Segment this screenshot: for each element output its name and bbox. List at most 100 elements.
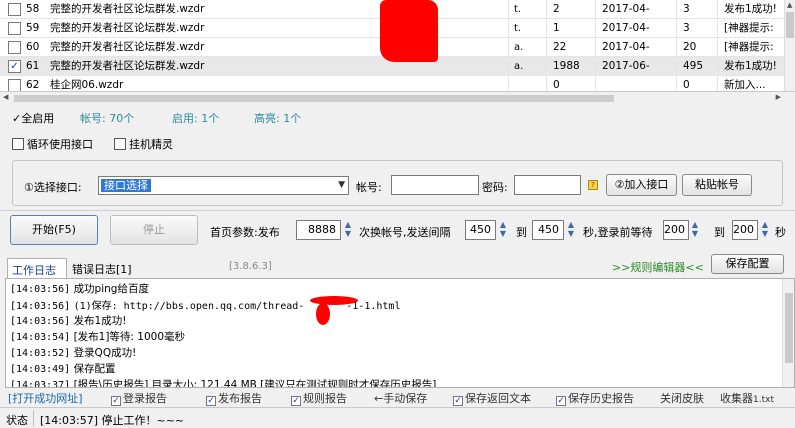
account-count2: 3 (683, 3, 690, 15)
log-scrollbar[interactable] (782, 279, 794, 387)
account-id: 58 (26, 3, 40, 15)
post-count-input[interactable]: 8888 (296, 220, 341, 240)
interval-from-input[interactable]: 450 (465, 220, 496, 240)
tab-work-log[interactable]: 工作日志 (7, 258, 67, 278)
paste-account-button[interactable]: 粘贴帐号 (682, 174, 752, 196)
enable-all-link[interactable]: ✓全启用 (12, 110, 54, 126)
bottom-toolbar: [打开成功网址] ✓ 登录报告 ✓ 发布报告 ✓ 规则报告 ←手动保存 ✓ 保存返回文本… (0, 388, 795, 406)
account-list[interactable]: 58 完整的开发者社区论坛群发.wzdr t. 2 2017-04- 3 发布1… (0, 0, 795, 92)
check-icon[interactable]: ✓ (111, 396, 121, 406)
log-time: [14:03:54] (10, 332, 71, 343)
save-history-label: 保存历史报告 (568, 392, 634, 405)
log-text: [发布1]等待: 1000毫秒 (73, 331, 186, 343)
scrollbar-thumb[interactable] (786, 12, 794, 38)
account-checkbox[interactable] (8, 79, 21, 91)
collector-label: 收集器 (720, 392, 753, 405)
account-id: 62 (26, 79, 40, 91)
account-status: 发布1成功! (724, 3, 777, 15)
interface-select-value: 接口选择 (101, 179, 151, 192)
scroll-right-icon[interactable]: ▶ (776, 93, 781, 101)
save-history-checkbox[interactable]: ✓ 保存历史报告 (556, 390, 634, 406)
account-checkbox[interactable] (8, 41, 21, 54)
chevron-down-icon[interactable]: ▼ (338, 180, 345, 190)
add-interface-button[interactable]: ②加入接口 (606, 174, 677, 196)
stop-button[interactable]: 停止 (110, 215, 198, 245)
save-config-button[interactable]: 保存配置 (711, 254, 784, 274)
rule-editor-link[interactable]: >>规则编辑器<< (612, 259, 704, 275)
rule-report-checkbox[interactable]: ✓ 规则报告 (291, 390, 347, 406)
interface-select[interactable]: 接口选择 ▼ (98, 176, 349, 195)
log-text: (1)保存: http://bbs.open.qq.com/thread- (73, 301, 305, 312)
log-time: [14:03:56] (10, 301, 71, 312)
account-checkbox[interactable] (8, 3, 21, 16)
account-field-label: 帐号: (356, 181, 382, 194)
wait-to-input[interactable]: 200 (732, 220, 758, 240)
close-skin-link[interactable]: 关闭皮肤 (660, 390, 704, 406)
account-count: 2 (553, 3, 560, 15)
check-icon[interactable]: ✓ (291, 396, 301, 406)
status-label: 状态 (6, 414, 28, 427)
account-id: 61 (26, 60, 40, 72)
redaction-mark (316, 303, 330, 325)
column-divider (717, 0, 718, 91)
scroll-left-icon[interactable]: ◀ (3, 93, 8, 101)
tab-error-log[interactable]: 错误日志[1] (68, 258, 136, 278)
hangup-sprite-checkbox[interactable]: 挂机精灵 (114, 136, 173, 152)
interval-to-spinner[interactable]: ▲ ▼ (566, 220, 576, 240)
post-report-checkbox[interactable]: ✓ 发布报告 (206, 390, 262, 406)
interval-to-input[interactable]: 450 (532, 220, 564, 240)
interval-from-spinner[interactable]: ▲ ▼ (498, 220, 508, 240)
status-bar: 状态 [14:03:57] 停止工作！~~~ (0, 407, 795, 428)
checkbox-box[interactable] (12, 138, 24, 150)
login-report-checkbox[interactable]: ✓ 登录报告 (111, 390, 167, 406)
open-success-url-link[interactable]: [打开成功网址] (8, 390, 83, 406)
password-input[interactable] (514, 175, 581, 195)
list-horizontal-scrollbar[interactable]: ◀ ▶ (0, 93, 795, 104)
check-icon[interactable]: ✓ (453, 396, 463, 406)
help-icon[interactable]: ? (588, 180, 598, 190)
to-label: 到 (516, 226, 527, 239)
log-text: 成功ping给百度 (73, 283, 149, 295)
account-type: t. (514, 23, 522, 34)
redaction-mark (310, 296, 358, 305)
account-count2: 3 (683, 22, 690, 34)
login-report-label: 登录报告 (123, 392, 167, 405)
check-icon[interactable]: ✓ (206, 396, 216, 406)
wait-to-spinner[interactable]: ▲ ▼ (760, 220, 770, 240)
account-date: 2017-04- (602, 41, 650, 53)
scrollbar-thumb[interactable] (785, 293, 793, 363)
scrollbar-thumb[interactable] (14, 95, 614, 102)
list-vertical-scrollbar[interactable]: ▲ (784, 0, 795, 91)
account-checkbox-checked[interactable]: ✓ (8, 60, 21, 73)
account-input[interactable] (391, 175, 479, 195)
check-icon[interactable]: ✓ (556, 396, 566, 406)
account-type: t. (514, 4, 522, 15)
save-return-text-checkbox[interactable]: ✓ 保存返回文本 (453, 390, 531, 406)
version-label: [3.8.6.3] (229, 261, 272, 272)
account-date: 2017-04- (602, 22, 650, 34)
login-wait-label: 秒,登录前等待 (583, 226, 653, 239)
highlight-count-label: 高亮: 1个 (254, 112, 302, 125)
account-row[interactable]: 62 桂企网06.wzdr 0 0 新加入... (0, 76, 784, 91)
log-time: [14:03:37] (10, 380, 71, 388)
scroll-up-icon[interactable]: ▲ (787, 1, 792, 9)
wait-from-input[interactable]: 200 (663, 220, 689, 240)
post-count-spinner[interactable]: ▲ ▼ (343, 220, 353, 240)
hangup-sprite-label: 挂机精灵 (129, 138, 173, 151)
start-button[interactable]: 开始(F5) (10, 215, 98, 245)
account-type: a. (514, 42, 524, 53)
checkbox-box[interactable] (114, 138, 126, 150)
home-param-label: 首页参数:发布 (210, 226, 280, 239)
log-panel[interactable]: [14:03:56] 成功ping给百度 [14:03:56] (1)保存: h… (5, 278, 795, 388)
account-checkbox[interactable] (8, 22, 21, 35)
status-separator (33, 410, 34, 426)
loop-interface-checkbox[interactable]: 循环使用接口 (12, 136, 93, 152)
seconds-label: 秒 (775, 226, 786, 239)
collector-link[interactable]: 收集器1.txt (720, 390, 774, 406)
log-line: [14:03:56] 发布1成功! (10, 313, 126, 328)
to-label: 到 (714, 226, 725, 239)
wait-from-spinner[interactable]: ▲ ▼ (690, 220, 700, 240)
manual-save-link[interactable]: ←手动保存 (374, 390, 427, 406)
log-text: 登录QQ成功! (73, 347, 137, 359)
switch-interval-label: 次换帐号,发送间隔 (359, 226, 451, 239)
